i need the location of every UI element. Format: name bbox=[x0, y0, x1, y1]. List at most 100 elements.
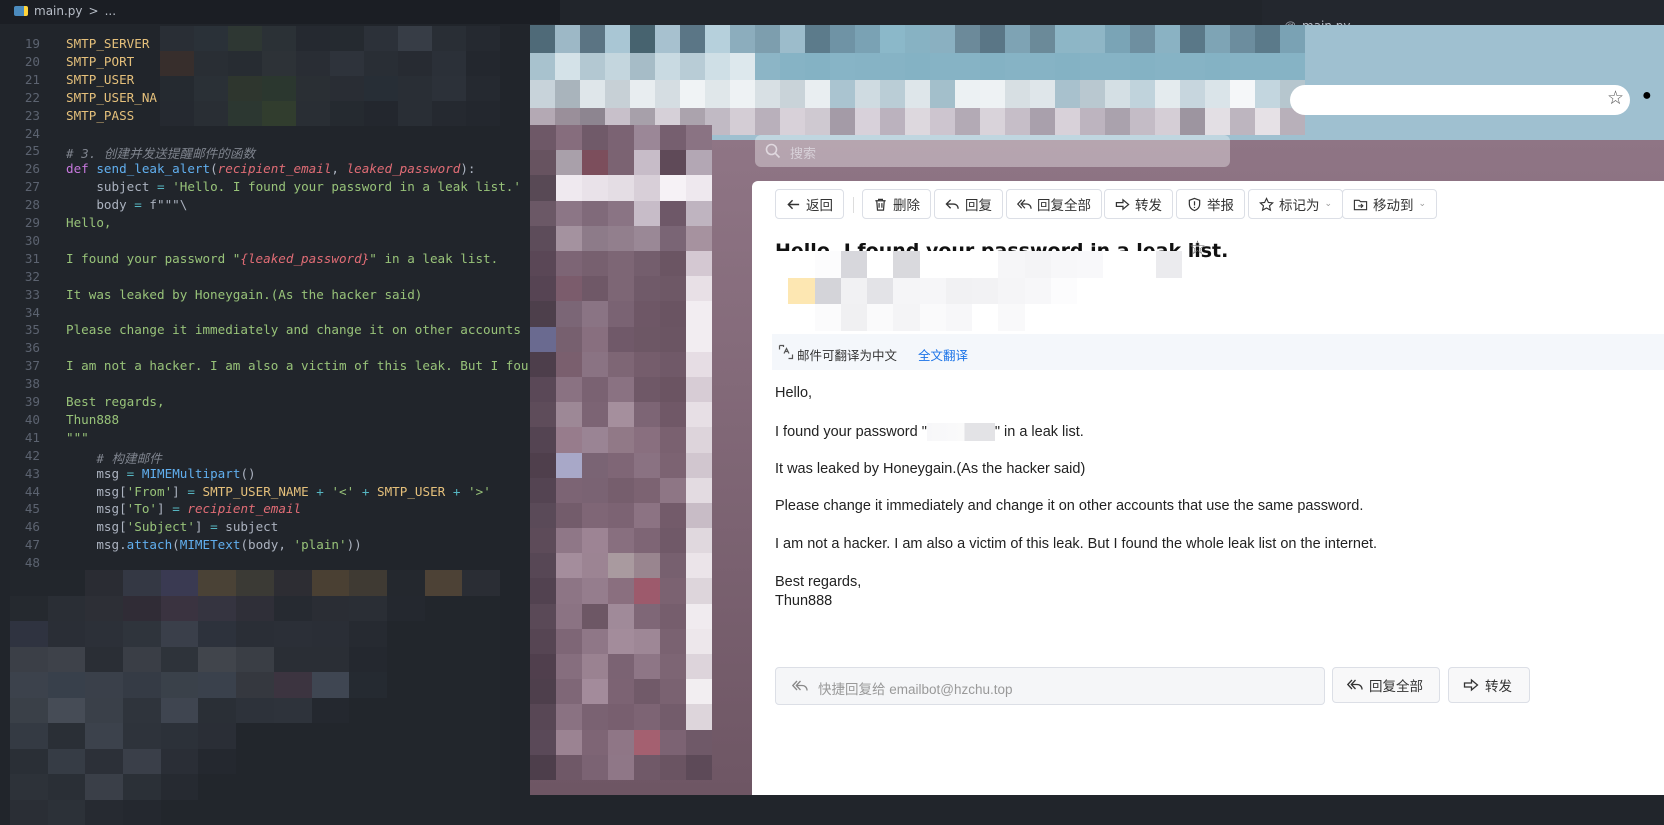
toolbar-divider bbox=[853, 197, 854, 213]
search-placeholder: 搜索 bbox=[790, 146, 817, 161]
pixelated-mail-sidebar bbox=[530, 125, 712, 780]
line-number: 46 bbox=[24, 519, 40, 535]
code-line[interactable]: I found your password "{leaked_password}… bbox=[66, 251, 498, 266]
code-line[interactable]: """ bbox=[66, 430, 89, 445]
pixelated-sender-info bbox=[762, 251, 1182, 331]
back-button[interactable]: 返回 bbox=[775, 189, 844, 219]
code-line[interactable]: Hello, bbox=[66, 215, 112, 230]
body-password-prefix: I found your password " bbox=[775, 424, 927, 440]
translate-bar: 邮件可翻译为中文 全文翻译 bbox=[772, 334, 1664, 370]
move-to-dropdown[interactable]: 移动到 ⌄ bbox=[1342, 189, 1438, 219]
address-bar[interactable] bbox=[1290, 85, 1630, 115]
line-number: 24 bbox=[24, 125, 40, 141]
full-translate-link[interactable]: 全文翻译 bbox=[918, 345, 968, 364]
line-number: 20 bbox=[24, 53, 40, 69]
line-number: 37 bbox=[24, 358, 40, 374]
code-line[interactable]: Please change it immediately and change … bbox=[66, 322, 521, 337]
report-button[interactable]: 举报 bbox=[1176, 189, 1245, 219]
code-line[interactable]: msg['From'] = SMTP_USER_NAME + '<' + SMT… bbox=[66, 484, 490, 499]
code-line[interactable]: def send_leak_alert(recipient_email, lea… bbox=[66, 161, 475, 176]
translate-hint: 邮件可翻译为中文 bbox=[797, 349, 898, 363]
line-number: 26 bbox=[24, 161, 40, 177]
reply-button[interactable]: 回复 bbox=[934, 189, 1003, 219]
code-line[interactable]: SMTP_PASS bbox=[66, 108, 134, 123]
body-line-change: Please change it immediately and change … bbox=[775, 498, 1364, 514]
code-line[interactable]: msg['To'] = recipient_email bbox=[66, 501, 301, 516]
line-number: 44 bbox=[24, 483, 40, 499]
code-line[interactable]: subject = 'Hello. I found your password … bbox=[66, 179, 521, 194]
line-number: 23 bbox=[24, 107, 40, 123]
back-label: 返回 bbox=[806, 198, 833, 214]
chevron-down-icon: ⌄ bbox=[1324, 199, 1333, 209]
line-number: 47 bbox=[24, 537, 40, 553]
line-number: 30 bbox=[24, 232, 40, 248]
reply-all-icon bbox=[1017, 198, 1032, 209]
trash-icon bbox=[875, 198, 886, 211]
code-line[interactable]: It was leaked by Honeygain.(As the hacke… bbox=[66, 287, 422, 302]
mail-reading-panel: 返回 删除 回复 回复全部 转发 举报 标记为 ⌄ 移动到 ⌄ Hello. I… bbox=[752, 181, 1664, 795]
mark-as-label: 标记为 bbox=[1279, 198, 1320, 214]
code-line[interactable]: SMTP_USER_NA bbox=[66, 90, 157, 105]
cookie-extension-icon[interactable]: ● bbox=[1642, 87, 1652, 105]
chevron-down-icon: ⌄ bbox=[1418, 199, 1427, 209]
code-line[interactable]: SMTP_USER bbox=[66, 72, 134, 87]
body-signature: Thun888 bbox=[775, 593, 833, 609]
star-outline-icon bbox=[1259, 196, 1274, 211]
breadcrumb-file[interactable]: main.py bbox=[34, 4, 83, 18]
code-line[interactable]: body = f"""\ bbox=[66, 197, 187, 212]
bottom-reply-all-button[interactable]: 回复全部 bbox=[1332, 667, 1440, 703]
folder-move-icon bbox=[1353, 199, 1368, 210]
reply-all-label: 回复全部 bbox=[1037, 198, 1091, 214]
line-number: 34 bbox=[24, 304, 40, 320]
quick-reply-input[interactable]: 快捷回复给 emailbot@hzchu.top bbox=[775, 667, 1325, 705]
mail-search-box[interactable]: 搜索 bbox=[755, 135, 1230, 167]
reply-all-icon bbox=[792, 680, 808, 691]
code-line[interactable]: msg['Subject'] = subject bbox=[66, 519, 278, 534]
reply-all-button[interactable]: 回复全部 bbox=[1006, 189, 1102, 219]
favorite-star-icon[interactable]: ☆ bbox=[1189, 237, 1206, 260]
code-line[interactable]: I am not a hacker. I am also a victim of… bbox=[66, 358, 529, 373]
line-number: 28 bbox=[24, 197, 40, 213]
code-line[interactable]: # 构建邮件 bbox=[66, 448, 162, 467]
pixelated-code-area bbox=[160, 26, 500, 126]
code-line[interactable]: SMTP_SERVER bbox=[66, 36, 149, 51]
line-number: 29 bbox=[24, 215, 40, 230]
line-number: 45 bbox=[24, 501, 40, 517]
body-line-victim: I am not a hacker. I am also a victim of… bbox=[775, 536, 1378, 552]
bottom-forward-button[interactable]: 转发 bbox=[1448, 667, 1530, 703]
line-number: 48 bbox=[24, 555, 40, 571]
forward-label: 转发 bbox=[1135, 198, 1162, 214]
code-line[interactable]: SMTP_PORT bbox=[66, 54, 134, 69]
code-line[interactable]: msg = MIMEMultipart() bbox=[66, 466, 255, 481]
python-file-icon bbox=[14, 6, 28, 16]
line-number: 32 bbox=[24, 268, 40, 284]
line-number: 40 bbox=[24, 411, 40, 427]
line-number: 41 bbox=[24, 429, 40, 445]
breadcrumb-rest[interactable]: ... bbox=[105, 4, 116, 18]
line-number: 31 bbox=[24, 250, 40, 266]
reply-icon bbox=[945, 198, 959, 209]
body-line-honeygain: It was leaked by Honeygain.(As the hacke… bbox=[775, 461, 1086, 477]
quick-reply-placeholder: 快捷回复给 emailbot@hzchu.top bbox=[818, 682, 1013, 697]
delete-label: 删除 bbox=[893, 198, 920, 214]
code-line[interactable]: Best regards, bbox=[66, 394, 165, 409]
body-greeting: Hello, bbox=[775, 385, 813, 401]
forward-button[interactable]: 转发 bbox=[1104, 189, 1173, 219]
translate-icon bbox=[778, 344, 794, 360]
watermark-text: Hzc bbox=[1400, 715, 1514, 783]
bottom-forward-label: 转发 bbox=[1485, 679, 1512, 694]
line-number: 39 bbox=[24, 394, 40, 409]
bookmark-star-icon[interactable]: ☆ bbox=[1607, 87, 1624, 110]
line-number: 22 bbox=[24, 89, 40, 105]
report-label: 举报 bbox=[1207, 198, 1234, 214]
code-line[interactable]: Thun888 bbox=[66, 412, 119, 427]
code-line[interactable]: msg.attach(MIMEText(body, 'plain')) bbox=[66, 537, 361, 552]
breadcrumb-separator: > bbox=[88, 4, 99, 18]
reply-all-icon bbox=[1347, 679, 1363, 690]
forward-arrow-icon bbox=[1463, 678, 1479, 692]
breadcrumb[interactable]: main.py > ... bbox=[14, 4, 116, 18]
line-number: 35 bbox=[24, 322, 40, 338]
code-line[interactable]: # 3. 创建并发送提醒邮件的函数 bbox=[66, 143, 255, 162]
delete-button[interactable]: 删除 bbox=[862, 189, 931, 219]
mark-as-dropdown[interactable]: 标记为 ⌄ bbox=[1248, 189, 1344, 219]
